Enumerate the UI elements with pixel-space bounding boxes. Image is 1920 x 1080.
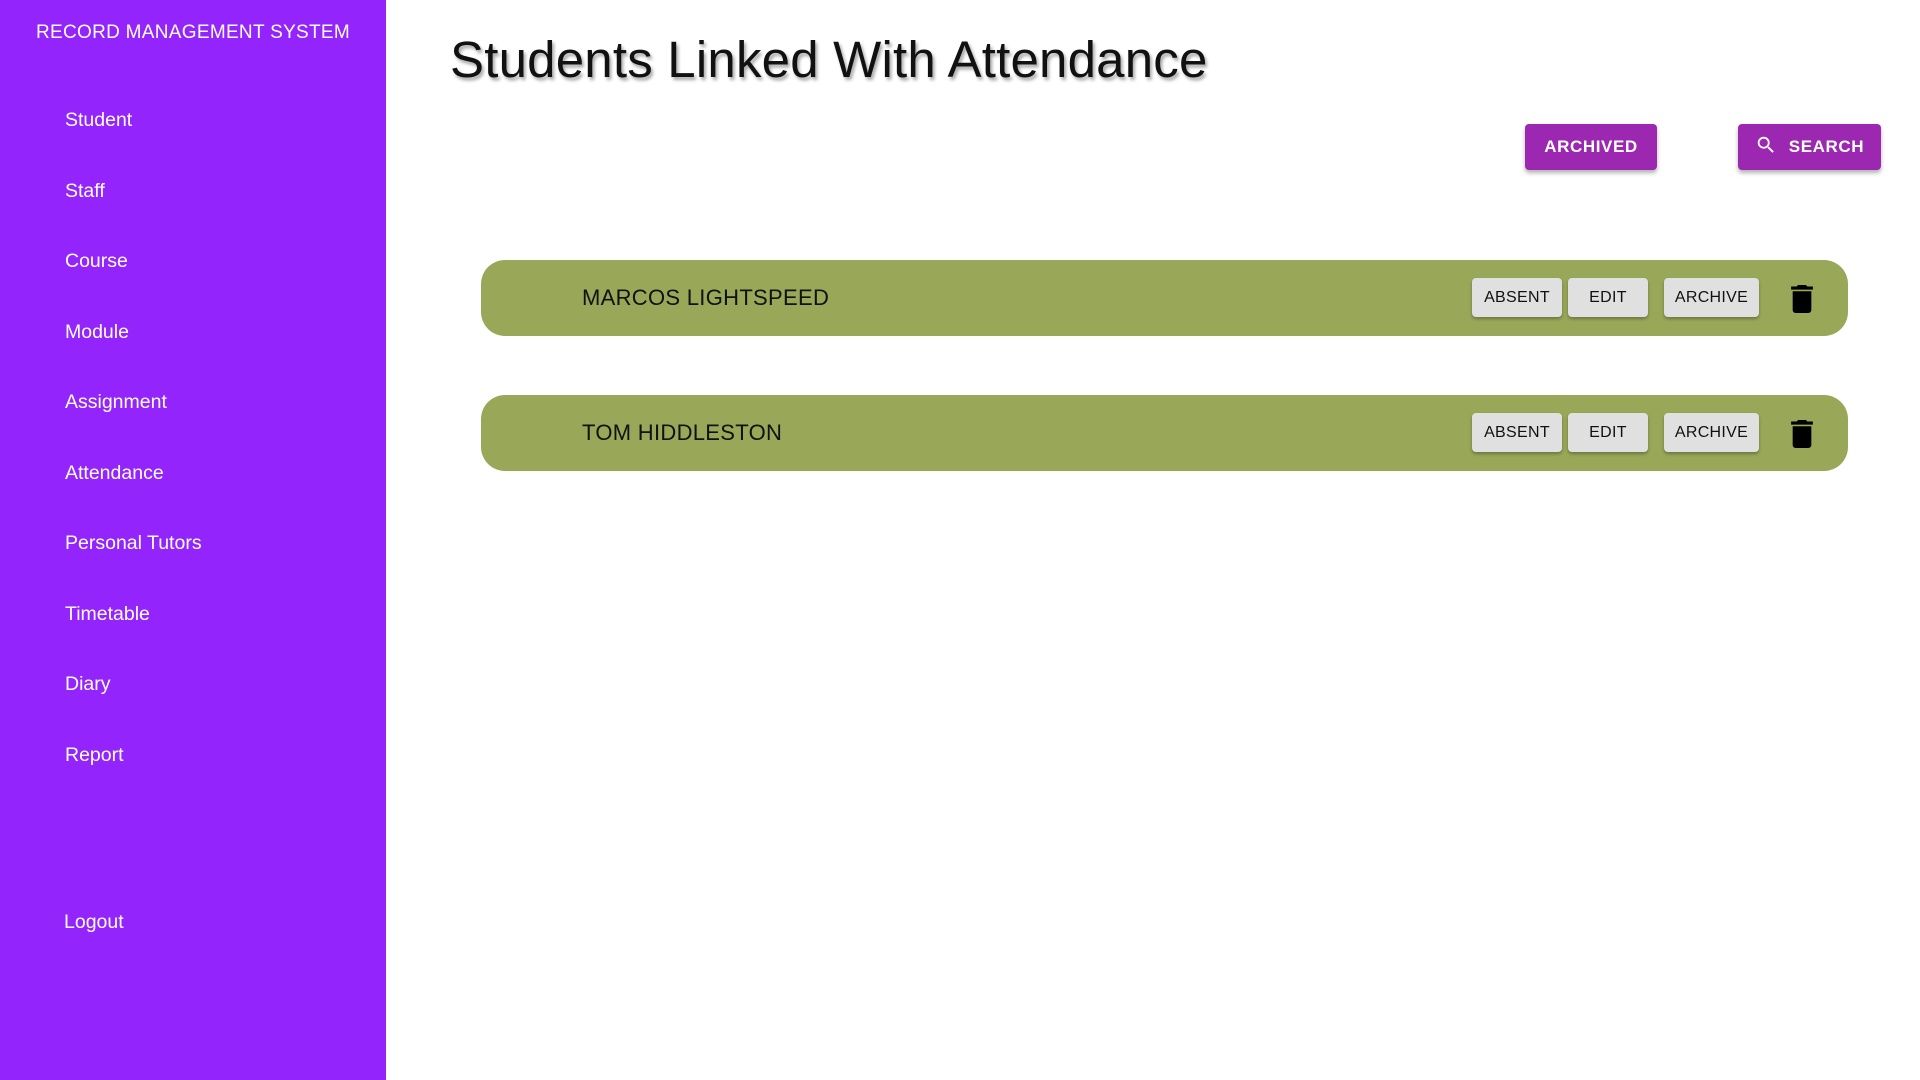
archive-button[interactable]: ARCHIVE [1664,413,1759,452]
sidebar-item-course[interactable]: Course [0,241,386,312]
sidebar-item-diary[interactable]: Diary [0,664,386,735]
sidebar-item-personal-tutors[interactable]: Personal Tutors [0,523,386,594]
sidebar: RECORD MANAGEMENT SYSTEM Student Staff C… [0,0,386,1080]
list-item: MARCOS LIGHTSPEED ABSENT EDIT ARCHIVE [481,260,1848,336]
student-name: TOM HIDDLESTON [582,420,783,445]
sidebar-item-module[interactable]: Module [0,312,386,383]
sidebar-item-attendance[interactable]: Attendance [0,453,386,524]
logout-link[interactable]: Logout [64,911,124,934]
app-root: RECORD MANAGEMENT SYSTEM Student Staff C… [0,0,1920,1080]
absent-button[interactable]: ABSENT [1472,278,1562,317]
sidebar-item-assignment[interactable]: Assignment [0,382,386,453]
search-icon [1755,134,1777,161]
sidebar-item-timetable[interactable]: Timetable [0,594,386,665]
trash-icon[interactable] [1789,285,1815,313]
archived-button[interactable]: ARCHIVED [1525,124,1657,170]
search-button-label: SEARCH [1788,137,1865,156]
student-name: MARCOS LIGHTSPEED [582,285,830,310]
list-item: TOM HIDDLESTON ABSENT EDIT ARCHIVE [481,395,1848,471]
sidebar-item-report[interactable]: Report [0,735,386,806]
sidebar-nav: Student Staff Course Module Assignment A… [0,100,386,805]
absent-button[interactable]: ABSENT [1472,413,1562,452]
edit-button[interactable]: EDIT [1568,413,1648,452]
sidebar-item-student[interactable]: Student [0,100,386,171]
search-button[interactable]: SEARCH [1738,124,1881,170]
trash-icon[interactable] [1789,420,1815,448]
archive-button[interactable]: ARCHIVE [1664,278,1759,317]
edit-button[interactable]: EDIT [1568,278,1648,317]
student-list: MARCOS LIGHTSPEED ABSENT EDIT ARCHIVE TO… [481,260,1848,530]
sidebar-item-staff[interactable]: Staff [0,171,386,242]
app-brand: RECORD MANAGEMENT SYSTEM [35,22,351,43]
page-title: Students Linked With Attendance [450,31,1208,88]
